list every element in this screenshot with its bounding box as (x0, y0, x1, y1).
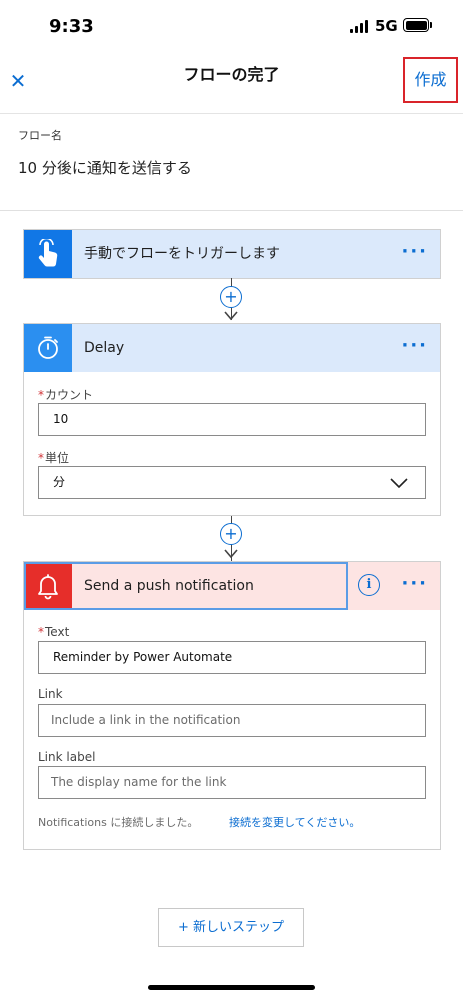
count-label: *カウント (38, 386, 93, 403)
section-divider (0, 210, 463, 211)
status-time: 9:33 (49, 16, 94, 37)
text-input[interactable]: Reminder by Power Automate (38, 641, 426, 674)
arrow-down-icon (224, 311, 238, 321)
required-marker: * (38, 625, 44, 639)
unit-label-text: 単位 (45, 451, 70, 465)
push-notification-step-header[interactable]: Send a push notification i ··· (24, 562, 440, 610)
required-marker: * (38, 451, 44, 465)
required-marker: * (38, 388, 44, 402)
unit-select[interactable]: 分 (38, 466, 426, 499)
link-input[interactable]: Include a link in the notification (38, 704, 426, 737)
count-label-text: カウント (45, 388, 94, 402)
focus-outline (24, 562, 348, 610)
touch-hand-icon (24, 230, 72, 278)
more-options-button[interactable]: ··· (401, 324, 428, 372)
arrow-down-icon (224, 549, 238, 559)
page-title: フローの完了 (183, 65, 280, 84)
change-connection-link[interactable]: 接続を変更してください。 (229, 814, 360, 830)
trigger-step-card[interactable]: 手動でフローをトリガーします ··· (23, 229, 441, 279)
link-label-placeholder: The display name for the link (51, 775, 227, 789)
create-button[interactable]: 作成 (403, 57, 458, 103)
battery-icon (403, 18, 429, 32)
link-label-input[interactable]: The display name for the link (38, 766, 426, 799)
info-icon[interactable]: i (358, 574, 380, 596)
more-options-button[interactable]: ··· (401, 562, 428, 610)
add-step-button[interactable]: + (220, 286, 242, 308)
flow-name-field[interactable]: 10 分後に通知を送信する (18, 157, 192, 178)
text-value: Reminder by Power Automate (53, 650, 233, 664)
trigger-step-title: 手動でフローをトリガーします (84, 246, 280, 262)
new-step-button[interactable]: + 新しいステップ (158, 908, 304, 947)
stopwatch-icon (24, 324, 72, 372)
unit-value: 分 (53, 475, 66, 489)
more-options-button[interactable]: ··· (401, 230, 428, 278)
count-input[interactable]: 10 (38, 403, 426, 436)
unit-label: *単位 (38, 449, 69, 466)
app-header: ✕ フローの完了 作成 (0, 52, 463, 114)
network-label: 5G (375, 17, 398, 35)
text-label-text: Text (45, 625, 70, 639)
connection-status-text: Notifications に接続しました。 (38, 816, 199, 829)
text-label: *Text (38, 625, 69, 639)
add-step-button[interactable]: + (220, 523, 242, 545)
flow-name-label: フロー名 (18, 129, 62, 142)
link-label: Link (38, 687, 63, 701)
battery-tip (430, 22, 432, 28)
home-indicator (148, 985, 315, 990)
link-placeholder: Include a link in the notification (51, 713, 241, 727)
signal-icon (350, 20, 370, 33)
link-label-label: Link label (38, 750, 96, 764)
chevron-down-icon (390, 478, 408, 489)
count-value: 10 (53, 412, 69, 426)
trigger-step-header[interactable]: 手動でフローをトリガーします ··· (24, 230, 440, 278)
delay-step-card[interactable]: Delay ··· *カウント 10 *単位 分 (23, 323, 441, 516)
delay-step-header[interactable]: Delay ··· (24, 324, 440, 372)
status-bar: 9:33 5G (0, 0, 463, 52)
delay-step-title: Delay (84, 340, 125, 356)
push-notification-step-card[interactable]: Send a push notification i ··· *Text Rem… (23, 561, 441, 850)
